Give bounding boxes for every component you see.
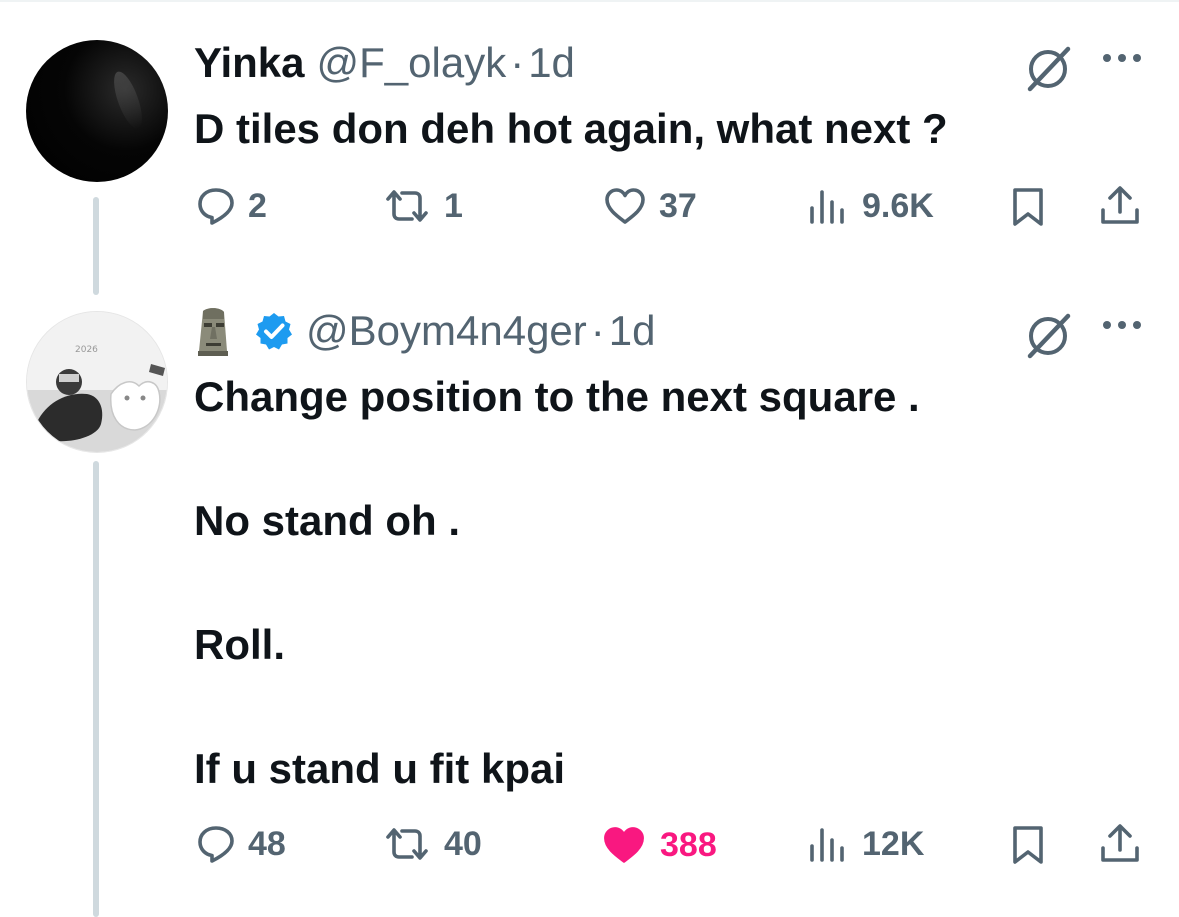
like-icon bbox=[604, 827, 644, 863]
avatar[interactable] bbox=[26, 40, 168, 182]
like-count: 388 bbox=[660, 825, 717, 864]
svg-text:2026: 2026 bbox=[75, 345, 98, 355]
display-name[interactable]: Yinka bbox=[194, 38, 305, 88]
tweet-header: @Boym4n4ger · 1d bbox=[194, 305, 656, 357]
reply-button[interactable]: 2 bbox=[196, 186, 267, 226]
tweet-text: D tiles don deh hot again, what next ? bbox=[194, 105, 948, 152]
tweet-header: Yinka @F_olayk · 1d bbox=[194, 38, 575, 88]
grok-icon[interactable] bbox=[1022, 310, 1074, 362]
verified-badge-icon[interactable] bbox=[254, 311, 294, 351]
bookmark-icon bbox=[1013, 826, 1043, 864]
bookmark-icon bbox=[1013, 188, 1043, 226]
share-button[interactable] bbox=[1098, 184, 1142, 228]
views-icon bbox=[810, 828, 844, 862]
reply-count: 48 bbox=[248, 824, 286, 863]
like-button[interactable]: 37 bbox=[603, 186, 697, 226]
repost-icon bbox=[386, 190, 428, 222]
timestamp[interactable]: 1d bbox=[528, 38, 575, 88]
repost-count: 40 bbox=[444, 824, 482, 863]
like-count: 37 bbox=[659, 186, 697, 225]
bookmark-button[interactable] bbox=[1010, 824, 1046, 866]
repost-button[interactable]: 40 bbox=[382, 824, 482, 864]
like-button[interactable]: 388 bbox=[600, 824, 717, 866]
tweet-text: Change position to the next square . No … bbox=[194, 373, 920, 792]
reply-icon bbox=[198, 826, 234, 863]
bookmark-button[interactable] bbox=[1010, 186, 1046, 228]
repost-button[interactable]: 1 bbox=[382, 186, 463, 226]
reply-button[interactable]: 48 bbox=[196, 824, 286, 864]
thread-line bbox=[93, 197, 99, 295]
thread-line bbox=[93, 461, 99, 917]
user-handle[interactable]: @F_olayk bbox=[317, 38, 507, 88]
reply-icon bbox=[198, 188, 234, 225]
views-button[interactable]: 9.6K bbox=[806, 186, 934, 226]
user-handle[interactable]: @Boym4n4ger bbox=[306, 306, 587, 356]
separator-dot: · bbox=[590, 307, 605, 354]
separator-dot: · bbox=[510, 39, 525, 86]
like-icon bbox=[605, 188, 645, 224]
views-button[interactable]: 12K bbox=[806, 824, 924, 864]
moai-emoji-icon bbox=[198, 308, 228, 356]
share-icon bbox=[1101, 824, 1139, 862]
grok-icon[interactable] bbox=[1022, 43, 1074, 95]
views-icon bbox=[810, 190, 844, 224]
repost-icon bbox=[386, 828, 428, 860]
avatar[interactable]: 2026 bbox=[26, 311, 168, 453]
reply-count: 2 bbox=[248, 186, 267, 225]
more-icon[interactable] bbox=[1100, 51, 1144, 65]
top-divider bbox=[0, 0, 1179, 2]
views-count: 9.6K bbox=[862, 186, 934, 225]
repost-count: 1 bbox=[444, 186, 463, 225]
timestamp[interactable]: 1d bbox=[609, 306, 656, 356]
avatar-glint bbox=[108, 68, 148, 132]
share-icon bbox=[1101, 186, 1139, 224]
more-icon[interactable] bbox=[1100, 318, 1144, 332]
views-count: 12K bbox=[862, 824, 925, 863]
share-button[interactable] bbox=[1098, 822, 1142, 866]
avatar-photo: 2026 bbox=[27, 312, 167, 452]
